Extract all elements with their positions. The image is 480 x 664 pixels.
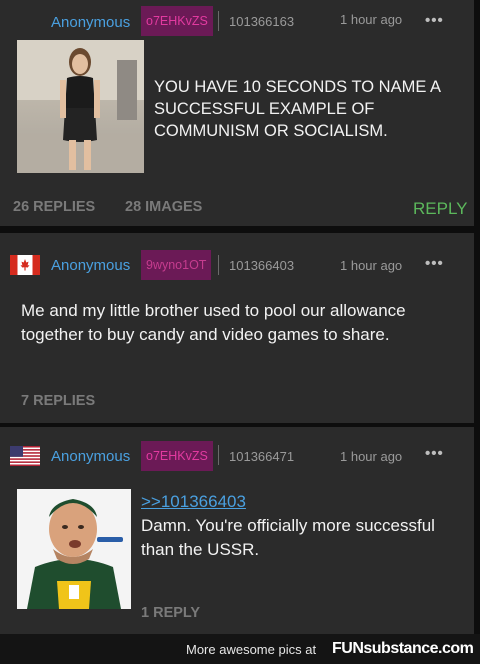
poster-id-badge[interactable]: 9wyno1OT xyxy=(141,250,212,280)
post-number[interactable]: 101366403 xyxy=(229,258,294,273)
header-divider xyxy=(218,11,219,31)
more-options-icon[interactable]: ••• xyxy=(425,12,444,29)
usa-flag-icon xyxy=(10,446,40,466)
replies-count[interactable]: 1 REPLY xyxy=(141,605,200,621)
post-text: Damn. You're officially more successful … xyxy=(141,516,435,559)
post-card-op: Anonymous o7EHKvZS 101366163 1 hour ago … xyxy=(0,0,474,226)
post-card-reply-1: Anonymous 9wyno1OT 101366403 1 hour ago … xyxy=(0,233,474,423)
football-player-photo-icon xyxy=(17,489,131,609)
more-options-icon[interactable]: ••• xyxy=(425,255,444,272)
canada-flag-icon xyxy=(10,255,40,275)
post-image-thumbnail[interactable] xyxy=(17,489,131,609)
poster-id-badge[interactable]: o7EHKvZS xyxy=(141,441,213,471)
images-count[interactable]: 28 IMAGES xyxy=(125,199,202,215)
post-time: 1 hour ago xyxy=(340,12,403,27)
watermark-footer: More awesome pics at FUNsubstance.com xyxy=(0,634,480,664)
header-divider xyxy=(218,255,219,275)
footer-text: More awesome pics at xyxy=(186,642,317,657)
replies-count[interactable]: 26 REPLIES xyxy=(13,199,95,215)
post-text: YOU HAVE 10 SECONDS TO NAME A SUCCESSFUL… xyxy=(154,78,441,140)
replies-count[interactable]: 7 REPLIES xyxy=(21,393,95,409)
post-author[interactable]: Anonymous xyxy=(51,14,130,31)
post-text: Me and my little brother used to pool ou… xyxy=(21,301,406,344)
quote-link[interactable]: >>101366403 xyxy=(141,492,246,512)
quote-link-text[interactable]: >>101366403 xyxy=(141,492,246,511)
post-card-reply-2: Anonymous o7EHKvZS 101366471 1 hour ago … xyxy=(0,427,474,634)
post-number[interactable]: 101366471 xyxy=(229,449,294,464)
post-number[interactable]: 101366163 xyxy=(229,14,294,29)
footer-brand: FUNsubstance.com xyxy=(332,640,474,657)
post-image-thumbnail[interactable] xyxy=(17,40,144,173)
post-author[interactable]: Anonymous xyxy=(51,257,130,274)
post-time: 1 hour ago xyxy=(340,449,403,464)
reply-button[interactable]: REPLY xyxy=(413,199,468,219)
post-time: 1 hour ago xyxy=(340,258,403,273)
post-author[interactable]: Anonymous xyxy=(51,448,130,465)
poster-id-badge[interactable]: o7EHKvZS xyxy=(141,6,213,36)
more-options-icon[interactable]: ••• xyxy=(425,445,444,462)
woman-photo-icon xyxy=(17,40,144,173)
header-divider xyxy=(218,445,219,465)
